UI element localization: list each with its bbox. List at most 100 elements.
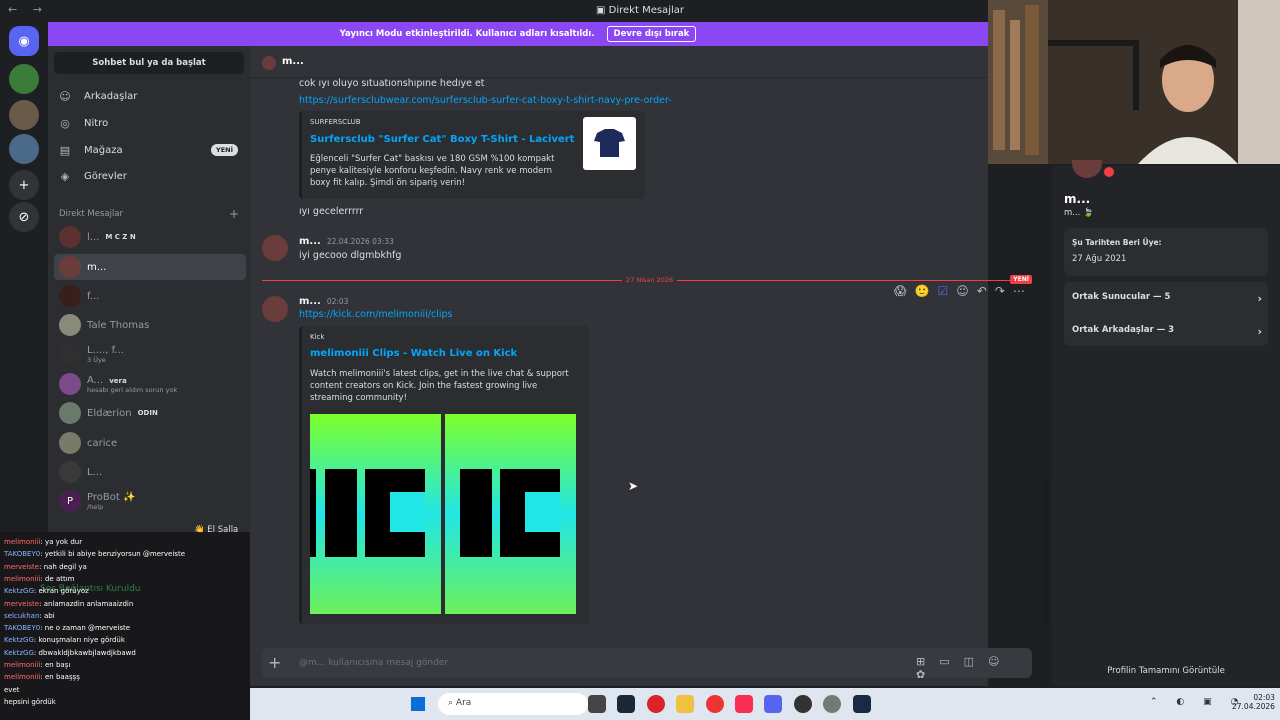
stream-chat-line: melimoniii: de attım (4, 575, 75, 583)
server-icon[interactable] (9, 134, 39, 164)
taskbar-search[interactable]: ⌕ Ara (438, 693, 588, 715)
discord-home-icon[interactable]: ◉ (9, 26, 39, 56)
reaction-scream-icon[interactable]: 😱 (894, 284, 907, 302)
nav-shop[interactable]: ▤ Mağaza YENİ (58, 138, 238, 162)
app-icon[interactable] (853, 695, 871, 713)
embed-title[interactable]: melimoniii Clips - Watch Live on Kick (310, 348, 517, 359)
forward-icon[interactable]: ↷ (995, 284, 1005, 302)
settings-icon[interactable] (823, 695, 841, 713)
dm-item[interactable]: L... (54, 459, 246, 485)
stream-chat-line: melimoniii: ya yok dur (4, 538, 82, 546)
nav-quests[interactable]: ◈ Görevler (58, 164, 238, 188)
stream-chat-message: : yetkili bi abiye benziyorsun @merveist… (40, 550, 186, 559)
stream-chat-line: evet (4, 686, 20, 694)
mouse-cursor-icon: ➤ (628, 479, 639, 493)
profile-avatar[interactable] (1072, 160, 1102, 178)
dm-item[interactable]: Eldærion ODIN (54, 400, 246, 426)
nitro-icon: ◎ (60, 116, 70, 130)
stream-chat-user: merveiste (4, 599, 40, 608)
message-author[interactable]: m... (299, 236, 321, 247)
gift-icon[interactable]: ⊞ (916, 655, 939, 668)
reply-icon[interactable]: ↶ (977, 284, 987, 302)
message-link[interactable]: https://kick.com/melimoniii/clips (299, 309, 453, 320)
window-title-text: Direkt Mesajlar (608, 5, 684, 16)
stream-chat-line: TAKOBEY0: yetkili bi abiye benziyorsun @… (4, 550, 185, 558)
reaction-smile-icon[interactable]: 🙂 (915, 284, 930, 302)
embed-provider: SURFERSCLUB (310, 118, 361, 126)
friends-icon: ☺ (59, 89, 71, 103)
discord-taskbar-icon[interactable] (764, 695, 782, 713)
music-icon[interactable] (735, 695, 753, 713)
dm-item[interactable]: A... vera hesabı geri aldım sorun yok (54, 371, 246, 397)
stream-chat-line: KektzGG: dbwakldjbkawbjlawdjkbawd (4, 649, 136, 657)
avatar (59, 402, 81, 424)
view-full-profile-link[interactable]: Profilin Tamamını Görüntüle (1052, 666, 1280, 676)
stream-chat-message: : ne o zaman @merveiste (40, 624, 131, 633)
emoji-icon[interactable]: ☺ (988, 655, 1013, 668)
nav-friends[interactable]: ☺ Arkadaşlar (58, 84, 238, 108)
more-icon[interactable]: ⋯ (1013, 284, 1025, 302)
create-dm-icon[interactable]: + (229, 207, 239, 221)
steam-icon[interactable] (617, 695, 635, 713)
nav-nitro[interactable]: ◎ Nitro (58, 111, 238, 135)
embed-description: Eğlenceli "Surfer Cat" baskısı ve 180 GS… (310, 154, 555, 188)
windows-start-icon[interactable] (411, 697, 425, 711)
message-input[interactable]: @m... kullanıcısına mesaj gönder (299, 658, 448, 668)
dm-item[interactable]: Tale Thomas (54, 312, 246, 338)
embed-thumbnail[interactable] (583, 117, 636, 170)
stream-chat-message: : abi (39, 611, 55, 620)
embed-description: Watch melimoniii's latest clips, get in … (310, 369, 569, 403)
chrome-icon[interactable] (706, 695, 724, 713)
message-link[interactable]: https://surfersclubwear.com/surfersclub-… (299, 95, 672, 106)
stream-chat-line: melimoniii: en başı (4, 661, 70, 669)
file-explorer-icon[interactable] (588, 695, 606, 713)
stream-chat-line: merveiste: anlamazdin anlamaaizdin (4, 600, 133, 608)
chat-header: m... (250, 46, 988, 78)
dm-sub: 3 Üye (87, 355, 106, 364)
embed-title[interactable]: Surfersclub "Surfer Cat" Boxy T-Shirt - … (310, 134, 574, 145)
add-reaction-icon[interactable]: ☺ (956, 284, 969, 302)
stream-chat-user: melimoniii (4, 538, 41, 546)
quests-icon: ◈ (60, 169, 70, 183)
channel-name: m... (282, 56, 304, 67)
clock[interactable]: 02:03 27.04.2026 (1232, 693, 1275, 711)
apps-icon[interactable]: ✿ (916, 668, 939, 681)
chat-scrollbar[interactable] (1044, 480, 1049, 626)
embed-image[interactable] (310, 414, 576, 614)
stream-chat-message: : ekran görüyoz (33, 587, 89, 596)
server-folder-icon[interactable] (9, 64, 39, 94)
add-server-icon[interactable]: + (9, 170, 39, 200)
message-composer: + @m... kullanıcısına mesaj gönder ⊞▭◫☺ ✿ (262, 648, 1032, 681)
server-icon[interactable] (9, 100, 39, 130)
mutual-friends-row[interactable]: Ortak Arkadaşlar — 3 › (1072, 325, 1262, 338)
reaction-check-icon[interactable]: ☑ (937, 284, 948, 302)
dm-item[interactable]: l... M C Z N (54, 224, 246, 250)
dm-item[interactable]: carice (54, 430, 246, 456)
divider-date: 27 Nisan 2026 (622, 276, 678, 284)
find-conversation-button[interactable]: Sohbet bul ya da başlat (54, 52, 244, 74)
message-author[interactable]: m... (299, 296, 321, 307)
stream-chat-message: : ya yok dur (40, 538, 83, 546)
gif-icon[interactable]: ▭ (939, 655, 963, 668)
nav-label: Nitro (84, 117, 109, 129)
dm-item[interactable]: P ProBot ✨/help (54, 488, 246, 514)
obs-icon[interactable] (794, 695, 812, 713)
stream-chat-user: TAKOBEY0 (4, 550, 41, 559)
composer-tools: ⊞▭◫☺ ✿ (916, 655, 1032, 681)
attach-plus-icon[interactable]: + (268, 653, 281, 672)
dm-item[interactable]: f... (54, 283, 246, 309)
sticker-icon[interactable]: ◫ (964, 655, 988, 668)
mutual-servers-row[interactable]: Ortak Sunucular — 5 › (1072, 292, 1262, 305)
dm-item-active[interactable]: m... (54, 254, 246, 280)
avatar[interactable] (262, 296, 288, 322)
dm-group[interactable]: L...., f... 3 Üye (54, 341, 246, 367)
disable-streamer-mode-button[interactable]: Devre dışı bırak (606, 26, 697, 42)
discover-icon[interactable]: ⊘ (9, 202, 39, 232)
app-icon[interactable] (647, 695, 665, 713)
stream-chat-message: : dbwakldjbkawbjlawdjkbawd (33, 648, 136, 657)
avatar[interactable] (262, 235, 288, 261)
dm-name: f... (87, 290, 100, 302)
folder-icon[interactable] (676, 695, 694, 713)
stream-chat-message: hepsini gördük (4, 697, 56, 706)
stream-chat-message: : en başı (40, 661, 71, 669)
